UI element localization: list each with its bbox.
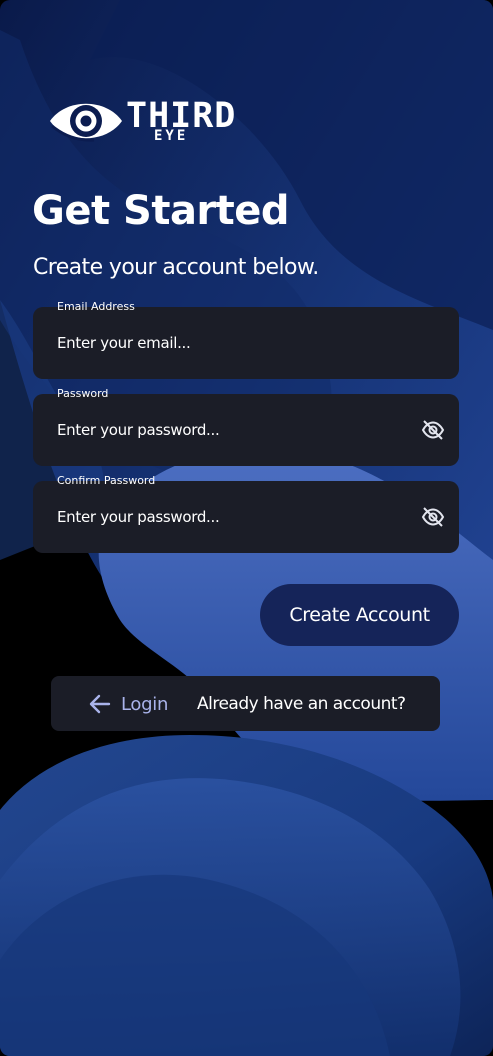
brand-logo: THIRD EYE <box>48 92 235 150</box>
password-input[interactable] <box>57 416 397 444</box>
confirm-password-label: Confirm Password <box>57 474 156 487</box>
create-account-button[interactable]: Create Account <box>260 584 459 646</box>
page-subtitle: Create your account below. <box>33 255 319 280</box>
login-link[interactable]: Login <box>89 690 168 718</box>
page-title: Get Started <box>32 188 290 234</box>
eye-logo-icon <box>50 103 122 142</box>
eye-off-icon[interactable] <box>421 505 445 529</box>
brand-sub: EYE <box>154 128 189 144</box>
email-label: Email Address <box>57 300 135 313</box>
email-field[interactable]: Email Address <box>33 300 459 379</box>
already-have-account-text: Already have an account? <box>197 694 406 714</box>
arrow-left-icon <box>89 694 111 714</box>
password-label: Password <box>57 387 109 400</box>
login-prompt-bar: Login Already have an account? <box>51 676 440 731</box>
login-label: Login <box>121 693 169 715</box>
confirm-password-input[interactable] <box>57 503 397 531</box>
signup-screen: THIRD EYE Get Started Create your accoun… <box>0 0 493 1056</box>
email-input[interactable] <box>57 329 397 357</box>
password-field[interactable]: Password <box>33 387 459 466</box>
confirm-password-field[interactable]: Confirm Password <box>33 474 459 553</box>
eye-off-icon[interactable] <box>421 418 445 442</box>
